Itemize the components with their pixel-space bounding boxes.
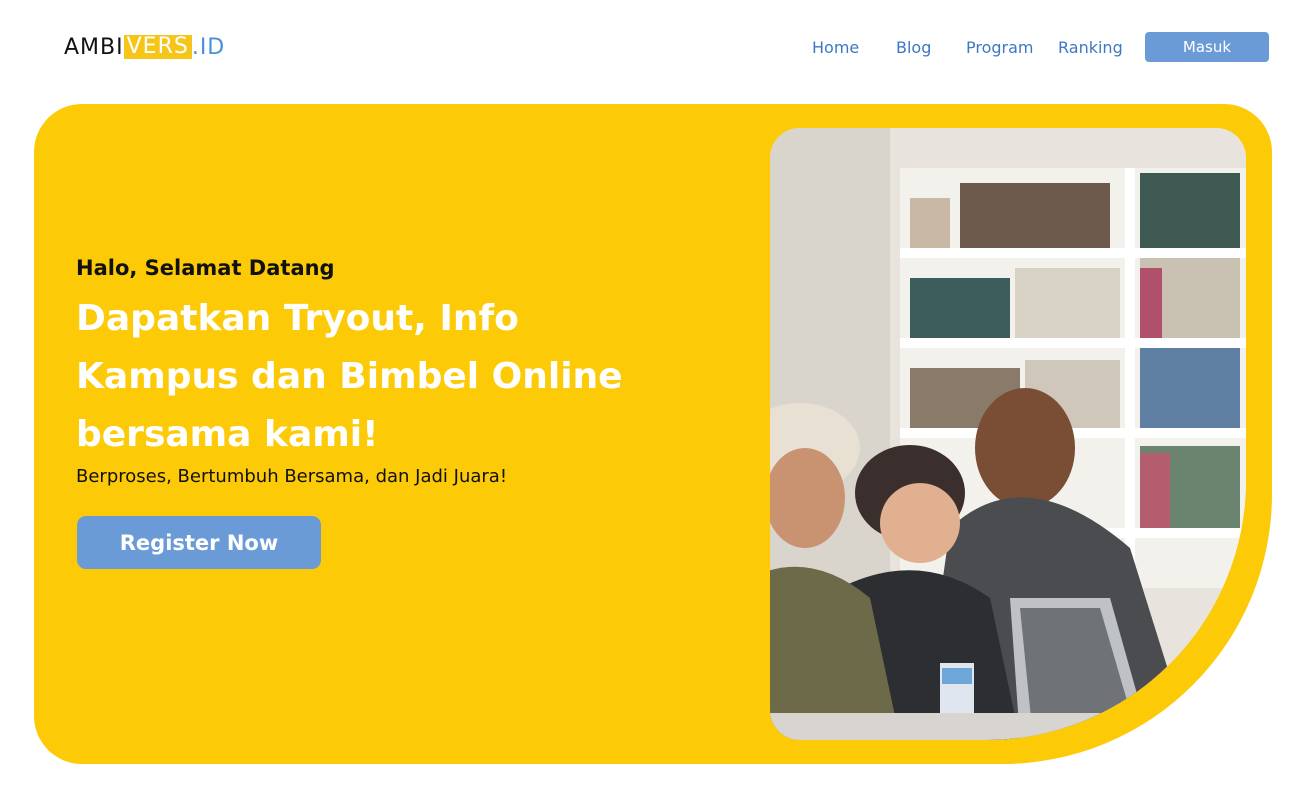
register-now-button[interactable]: Register Now (77, 516, 321, 569)
hero-photo (770, 128, 1246, 740)
hero-greeting: Halo, Selamat Datang (76, 256, 335, 280)
hero-photo-illustration (770, 128, 1246, 740)
nav-link-program[interactable]: Program (966, 36, 1034, 60)
nav-link-home[interactable]: Home (812, 36, 859, 60)
hero-headline: Dapatkan Tryout, Info Kampus dan Bimbel … (76, 298, 623, 455)
main-nav: Home Blog Program Ranking (0, 36, 1307, 60)
hero-tagline: Berproses, Bertumbuh Bersama, dan Jadi J… (76, 466, 508, 487)
login-button[interactable]: Masuk (1145, 32, 1269, 62)
nav-link-blog[interactable]: Blog (896, 36, 931, 60)
nav-link-ranking[interactable]: Ranking (1058, 36, 1123, 60)
